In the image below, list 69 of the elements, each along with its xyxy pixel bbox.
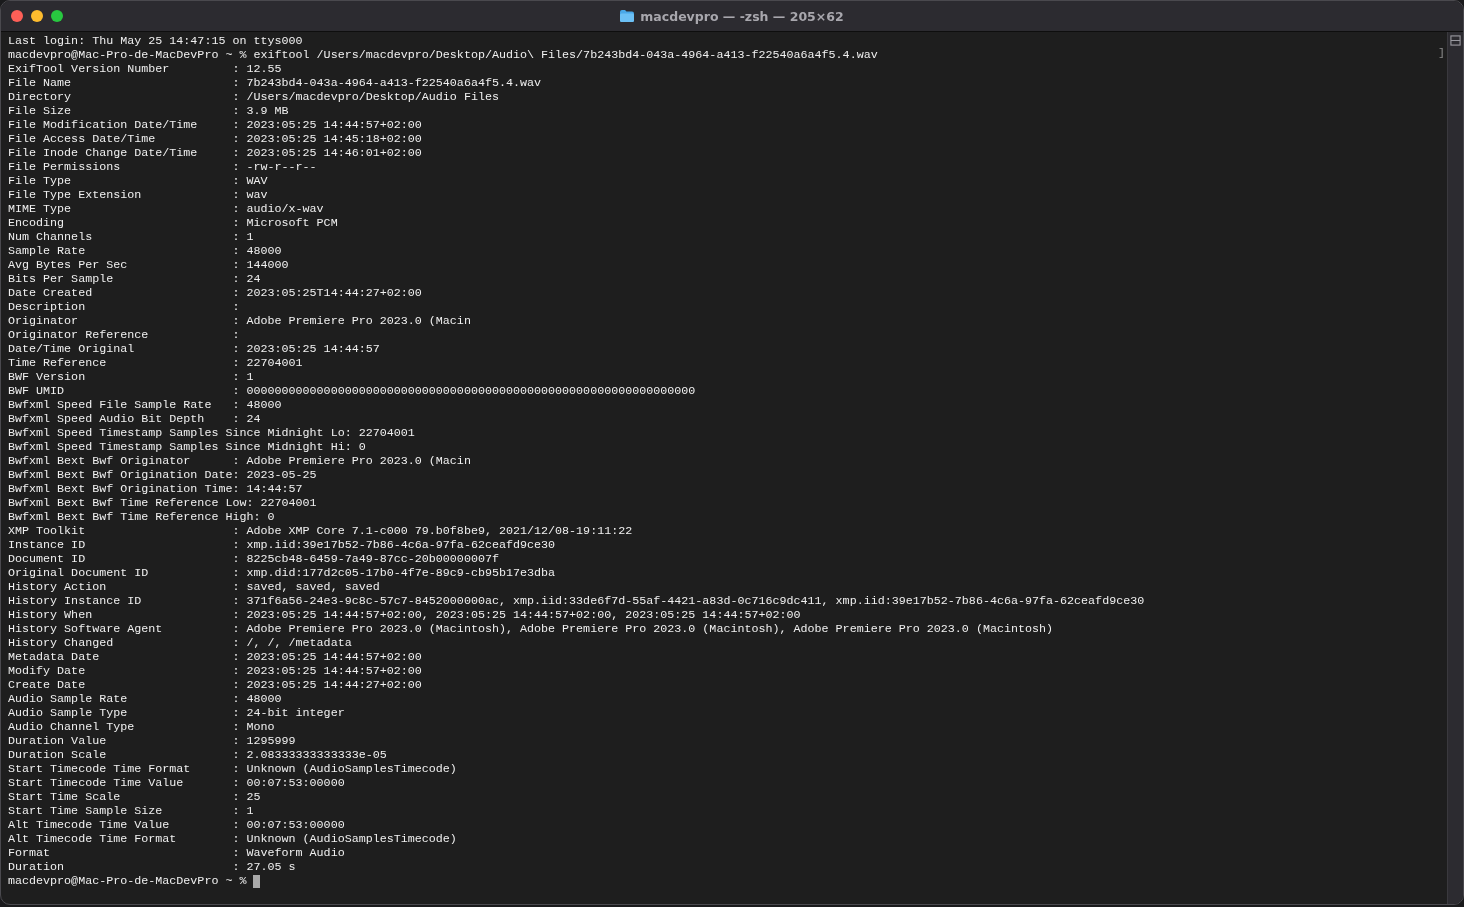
text-cursor (253, 874, 261, 888)
terminal-line: Originator : Adobe Premiere Pro 2023.0 (Macin (8, 314, 471, 328)
terminal-line: Start Timecode Time Value : 00:07:53:00000 (8, 776, 345, 790)
terminal-line: Duration Scale : 2.08333333333333e-05 (8, 748, 387, 762)
terminal-line: Bwfxml Speed Timestamp Samples Since Midnight Lo: 22704001 (8, 426, 415, 440)
terminal-line: Metadata Date : 2023:05:25 14:44:57+02:00 (8, 650, 422, 664)
terminal-line: BWF Version : 1 (8, 370, 254, 384)
terminal-line: File Size : 3.9 MB (8, 104, 289, 118)
terminal-line: Bwfxml Bext Bwf Time Reference High: 0 (8, 510, 275, 524)
terminal-line: Duration Value : 1295999 (8, 734, 296, 748)
terminal-line: History Instance ID : 371f6a56-24e3-9c8c-57c7-8452000000ac, xmp.iid:33de6f7d-55af-4421-a83d-0c716c9dc411, xmp.iid:39e17b52-7b86-4c6a-97fa-62ceafd9ce30 (8, 594, 1145, 608)
terminal-line: Directory : /Users/macdevpro/Desktop/Audio Files (8, 90, 499, 104)
terminal-line: Time Reference : 22704001 (8, 356, 303, 370)
terminal-line: Description : (8, 300, 240, 314)
terminal-line: Sample Rate : 48000 (8, 244, 282, 258)
terminal-line: History Changed : /, /, /metadata (8, 636, 352, 650)
terminal-line: Encoding : Microsoft PCM (8, 216, 338, 230)
zoom-button[interactable] (51, 10, 63, 22)
terminal-line: File Permissions : -rw-r--r-- (8, 160, 317, 174)
terminal-line: Bwfxml Bext Bwf Time Reference Low: 22704001 (8, 496, 317, 510)
terminal-line: Start Time Scale : 25 (8, 790, 261, 804)
terminal-line: History When : 2023:05:25 14:44:57+02:00, 2023:05:25 14:44:57+02:00, 2023:05:25 14:44:57+02:00 (8, 608, 801, 622)
terminal-line: History Software Agent : Adobe Premiere Pro 2023.0 (Macintosh), Adobe Premiere Pro 2023.0 (Macintosh), Adobe Premiere Pro 2023.0 (Macintosh) (8, 622, 1054, 636)
terminal-line: Audio Channel Type : Mono (8, 720, 275, 734)
terminal-line: BWF UMID : 0000000000000000000000000000000000000000000000000000000000000000 (8, 384, 696, 398)
terminal-line: Avg Bytes Per Sec : 144000 (8, 258, 289, 272)
close-button[interactable] (11, 10, 23, 22)
terminal-line: Date/Time Original : 2023:05:25 14:44:57 (8, 342, 380, 356)
terminal-line: XMP Toolkit : Adobe XMP Core 7.1-c000 79.b0f8be9, 2021/12/08-19:11:22 (8, 524, 633, 538)
terminal-line: Document ID : 8225cb48-6459-7a49-87cc-20b00000007f (8, 552, 499, 566)
terminal-line: Start Timecode Time Format : Unknown (AudioSamplesTimecode) (8, 762, 457, 776)
terminal-line: Bwfxml Speed Timestamp Samples Since Midnight Hi: 0 (8, 440, 366, 454)
terminal-line: Original Document ID : xmp.did:177d2c05-17b0-4f7e-89c9-cb95b17e3dba (8, 566, 556, 580)
terminal-line: MIME Type : audio/x-wav (8, 202, 324, 216)
shell-prompt: macdevpro@Mac-Pro-de-MacDevPro ~ % (8, 874, 247, 888)
terminal-line: Originator Reference : (8, 328, 240, 342)
terminal-line: Date Created : 2023:05:25T14:44:27+02:00 (8, 286, 422, 300)
terminal-line: Start Time Sample Size : 1 (8, 804, 254, 818)
terminal-line: Modify Date : 2023:05:25 14:44:57+02:00 (8, 664, 422, 678)
terminal-line: File Inode Change Date/Time : 2023:05:25 14:46:01+02:00 (8, 146, 422, 160)
terminal-line: macdevpro@Mac-Pro-de-MacDevPro ~ % exiftool /Users/macdevpro/Desktop/Audio\ Files/7b243bd4-043a-4964-a413-f22540a6a4f5.4.wav (8, 48, 878, 62)
terminal-line: Bwfxml Bext Bwf Origination Time: 14:44:57 (8, 482, 303, 496)
folder-icon (620, 10, 635, 22)
terminal-line: Bwfxml Bext Bwf Originator : Adobe Premiere Pro 2023.0 (Macin (8, 454, 471, 468)
terminal-line: Alt Timecode Time Value : 00:07:53:00000 (8, 818, 345, 832)
terminal-line: File Type : WAV (8, 174, 268, 188)
terminal-line: Instance ID : xmp.iid:39e17b52-7b86-4c6a-97fa-62ceafd9ce30 (8, 538, 556, 552)
terminal-line: File Access Date/Time : 2023:05:25 14:45:18+02:00 (8, 132, 422, 146)
terminal-line: File Name : 7b243bd4-043a-4964-a413-f22540a6a4f5.4.wav (8, 76, 542, 90)
terminal-line: Audio Sample Type : 24-bit integer (8, 706, 345, 720)
terminal-line: Alt Timecode Time Format : Unknown (AudioSamplesTimecode) (8, 832, 457, 846)
terminal-line: Bwfxml Speed Audio Bit Depth : 24 (8, 412, 261, 426)
terminal-line: Num Channels : 1 (8, 230, 254, 244)
terminal-line: Format : Waveform Audio (8, 846, 345, 860)
terminal-line: Bwfxml Bext Bwf Origination Date: 2023-05-25 (8, 468, 317, 482)
terminal-line: ExifTool Version Number : 12.55 (8, 62, 282, 76)
window-title: macdevpro — -zsh — 205×62 (640, 8, 844, 24)
split-pane-icon[interactable] (1450, 35, 1461, 46)
terminal-line: Last login: Thu May 25 14:47:15 on ttys000 (8, 34, 303, 48)
terminal-line: File Modification Date/Time : 2023:05:25 14:44:57+02:00 (8, 118, 422, 132)
terminal-line: Bits Per Sample : 24 (8, 272, 261, 286)
minimize-button[interactable] (31, 10, 43, 22)
terminal-line: Duration : 27.05 s (8, 860, 296, 874)
command-mark: ] (1438, 46, 1445, 60)
terminal-line: Create Date : 2023:05:25 14:44:27+02:00 (8, 678, 422, 692)
terminal-line: File Type Extension : wav (8, 188, 268, 202)
terminal-line: History Action : saved, saved, saved (8, 580, 380, 594)
terminal-line: Audio Sample Rate : 48000 (8, 692, 282, 706)
terminal-line: Bwfxml Speed File Sample Rate : 48000 (8, 398, 282, 412)
